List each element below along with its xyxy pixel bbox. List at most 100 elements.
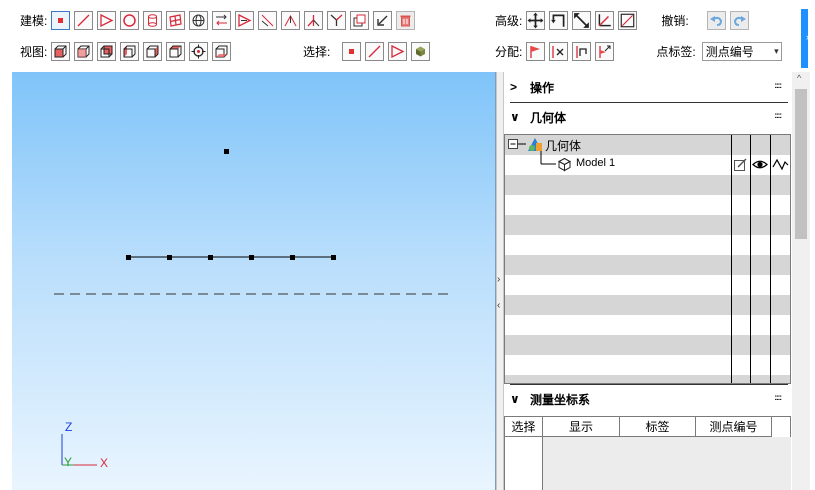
view-right-button[interactable] [143,41,163,61]
view-bottom-button[interactable] [212,41,232,61]
create-circle-button[interactable] [120,10,140,30]
create-triangle-button[interactable] [97,10,117,30]
chevron-down-icon: ∨ [510,110,520,124]
3d-viewport[interactable]: Z Y X [12,72,496,490]
circle-icon [123,13,137,27]
view-front-button[interactable] [74,41,94,61]
grip-icon: :::: [774,81,782,90]
copy-icon [353,14,366,26]
triangle-select-icon [238,13,252,27]
viewport-canvas[interactable]: Z Y X [12,72,496,490]
redo-button[interactable] [729,10,749,30]
chevron-left-icon[interactable]: ‹ [497,300,500,311]
branch-button[interactable] [304,10,324,30]
view-left-button[interactable] [120,41,140,61]
assign-direction-button[interactable] [595,41,615,61]
cube-icon [557,157,572,172]
assign-remove-button[interactable] [549,41,569,61]
assign-rotate-button[interactable] [572,41,592,61]
mirror-button[interactable] [618,10,638,30]
fork-icon [330,14,343,26]
node-marker[interactable] [208,255,213,260]
create-node-button[interactable] [51,10,71,30]
select-triangle-button[interactable] [235,10,255,30]
coord-table[interactable]: 选择 显示 标签 测点编号 [504,416,791,490]
axis-x-label: X [100,456,108,470]
move-arrows-icon [527,12,544,28]
transfer-button[interactable] [212,10,232,30]
view-iso-button[interactable] [51,41,71,61]
node-marker[interactable] [126,255,131,260]
rotate-icon [551,14,565,27]
point-label-value: 测点编号 [705,44,754,59]
geometry-root-icon [527,137,543,153]
join-nodes-button[interactable] [281,10,301,30]
align-axis-button[interactable] [595,10,615,30]
mirror-icon [621,13,635,27]
view-back-button[interactable] [97,41,117,61]
panel-scrollbar[interactable]: ^ [792,72,810,490]
geometry-section-header[interactable]: ∨ 几何体 :::: [504,102,791,132]
select-node-button[interactable] [342,41,362,61]
column-header-select[interactable]: 选择 [505,417,543,437]
view-top-button[interactable] [166,41,186,61]
node-marker[interactable] [167,255,172,260]
waveform-icon[interactable] [772,157,789,172]
geometry-title: 几何体 [530,110,567,125]
zoom-fit-button[interactable] [189,41,209,61]
branch-icon [307,14,320,26]
create-mesh-button[interactable] [166,10,186,30]
axis-z-label: Z [65,420,72,434]
tree-root-label[interactable]: 几何体 [545,137,581,154]
cube-left-icon [123,45,136,57]
select-line-button[interactable] [365,41,385,61]
copy-button[interactable] [350,10,370,30]
tree-row [505,275,790,295]
node-marker[interactable] [331,255,336,260]
join-nodes-icon [284,14,297,26]
triangle-icon [391,44,405,58]
column-header-display[interactable]: 显示 [543,417,620,437]
scrollbar-thumb[interactable] [795,89,807,239]
geometry-tree[interactable]: 几何体 Model 1 [504,134,791,384]
column-header-point-number[interactable]: 测点编号 [696,417,772,437]
select-face-button[interactable] [388,41,408,61]
chevron-right-icon[interactable]: › [497,274,500,285]
tree-row [505,315,790,335]
scale-icon [574,12,590,28]
select-solid-button[interactable] [411,41,431,61]
point-label-label: 点标签: [656,44,696,59]
chevron-up-icon[interactable]: ^ [797,73,801,83]
cube-right-icon [146,45,159,57]
node-marker[interactable] [290,255,295,260]
eye-icon[interactable] [752,157,768,172]
scale-button[interactable] [572,10,592,30]
move-button[interactable] [526,10,546,30]
coord-table-body[interactable] [543,437,791,490]
point-label-select[interactable]: 测点编号 ▾ [701,41,782,61]
node-icon [349,48,355,54]
operations-section-header[interactable]: > 操作 :::: [504,72,791,102]
tree-child-label[interactable]: Model 1 [576,157,615,169]
split-line-button[interactable] [258,10,278,30]
edit-icon[interactable] [733,157,748,172]
tree-row [505,295,790,315]
rotate-button[interactable] [549,10,569,30]
delete-button[interactable] [396,10,416,30]
move-corner-button[interactable] [373,10,393,30]
undo-button[interactable] [706,10,726,30]
tree-row [505,175,790,195]
create-cylinder-button[interactable] [143,10,163,30]
create-sphere-button[interactable] [189,10,209,30]
coord-section-header[interactable]: ∨ 测量坐标系 :::: [504,384,791,414]
node-icon [58,17,64,23]
tree-row [505,335,790,355]
create-line-button[interactable] [74,10,94,30]
main-toolbar: 建模: 高级: 撤销: 视图: 选择: 分配: 点标签: 测点编号 ▾ › [0,0,815,72]
node-marker[interactable] [224,149,229,154]
assign-flag-button[interactable] [526,41,546,61]
advanced-label: 高级: [495,13,523,28]
column-header-label[interactable]: 标签 [620,417,696,437]
node-marker[interactable] [249,255,254,260]
fork-button[interactable] [327,10,347,30]
